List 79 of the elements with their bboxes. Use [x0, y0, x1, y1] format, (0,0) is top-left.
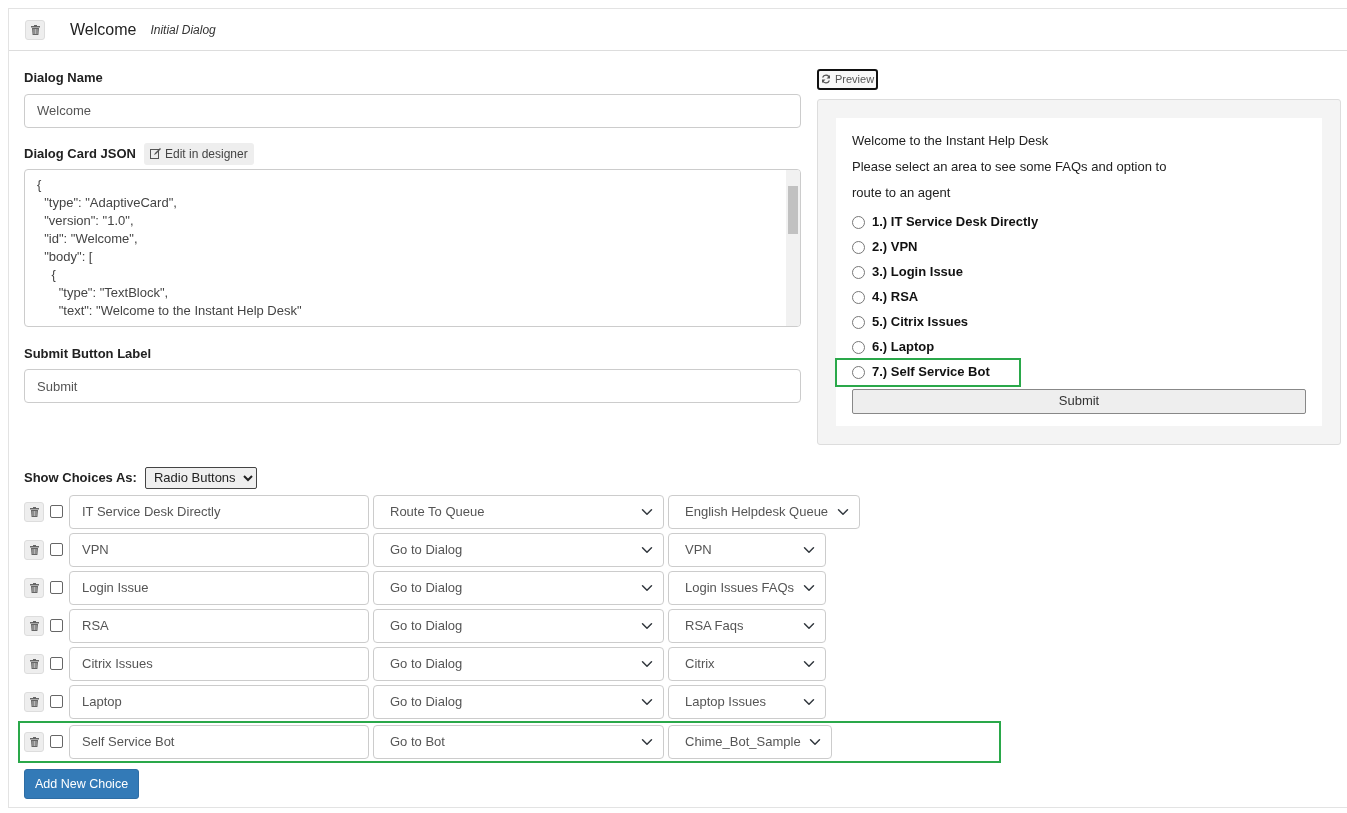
delete-button[interactable]	[24, 653, 44, 674]
target-dropdown[interactable]: VPN	[668, 532, 826, 567]
json-text-area[interactable]: { "type": "AdaptiveCard", "version": "1.0", "id": "Welcome", "body": [ { "type": "TextBlock", "text": "Welcome to the Instant Help Desk"	[24, 168, 801, 327]
field-label: Submit Button Label	[24, 344, 153, 363]
checkbox[interactable]	[50, 505, 63, 518]
radio-button[interactable]	[852, 365, 865, 379]
checkbox[interactable]	[50, 543, 63, 556]
show-choices-dropdown[interactable]: Radio Buttons	[144, 466, 257, 489]
trash-icon	[29, 658, 39, 669]
radio-option[interactable]: 1.) IT Service Desk Directly	[852, 209, 1306, 235]
action-dropdown[interactable]: Go to Dialog	[373, 570, 664, 605]
card-text: route to an agent	[852, 183, 952, 202]
action-dropdown[interactable]: Go to Dialog	[373, 608, 664, 643]
submit-button[interactable]: Submit	[852, 388, 1306, 414]
radio-button[interactable]	[852, 215, 865, 229]
checkbox[interactable]	[50, 695, 63, 708]
choice-text-field[interactable]: Self Service Bot	[69, 724, 369, 759]
json-code: { "type": "AdaptiveCard", "version": "1.0", "id": "Welcome", "body": [ { "type": "TextBlock", "text": "Welcome to the Instant Help Desk"	[37, 175, 303, 320]
trash-icon	[29, 736, 39, 747]
trash-icon	[29, 506, 39, 517]
radio-option[interactable]: 7.) Self Service Bot	[837, 359, 1019, 385]
field-label: Dialog Name	[24, 69, 104, 87]
delete-button[interactable]	[24, 691, 44, 712]
checkbox[interactable]	[50, 619, 63, 632]
radio-option[interactable]: 5.) Citrix Issues	[852, 309, 1306, 335]
delete-button[interactable]	[24, 731, 44, 752]
dialog-name-field[interactable]: Welcome	[24, 93, 801, 128]
field-label: Show Choices As:	[24, 468, 137, 487]
target-dropdown[interactable]: English Helpdesk Queue	[668, 494, 860, 529]
radio-button[interactable]	[852, 290, 865, 304]
preview-button[interactable]: Preview	[817, 69, 879, 90]
target-dropdown[interactable]: Chime_Bot_Sample	[668, 724, 832, 759]
trash-icon	[30, 24, 40, 35]
dialog-title: Welcome	[70, 19, 137, 40]
checkbox[interactable]	[50, 735, 63, 748]
action-dropdown[interactable]: Go to Dialog	[373, 684, 664, 719]
radio-button[interactable]	[852, 340, 865, 354]
radio-option[interactable]: 2.) VPN	[852, 234, 1306, 260]
action-dropdown[interactable]: Go to Dialog	[373, 532, 664, 567]
submit-label-field[interactable]: Submit	[24, 369, 801, 403]
trash-icon	[29, 544, 39, 555]
edit-icon	[149, 148, 161, 159]
radio-button[interactable]	[852, 265, 865, 279]
radio-option[interactable]: 4.) RSA	[852, 284, 1306, 310]
target-dropdown[interactable]: Laptop Issues	[668, 684, 826, 719]
trash-icon	[29, 620, 39, 631]
radio-option[interactable]: 3.) Login Issue	[852, 259, 1306, 285]
delete-button[interactable]	[25, 19, 45, 40]
delete-button[interactable]	[24, 501, 44, 522]
action-dropdown[interactable]: Route To Queue	[373, 494, 664, 529]
scrollbar[interactable]	[786, 169, 800, 326]
delete-button[interactable]	[24, 539, 44, 560]
trash-icon	[29, 696, 39, 707]
target-dropdown[interactable]: Login Issues FAQs	[668, 570, 826, 605]
delete-button[interactable]	[24, 577, 44, 598]
radio-button[interactable]	[852, 315, 865, 329]
choice-text-field[interactable]: IT Service Desk Directly	[69, 494, 369, 529]
dialog-subtitle: Initial Dialog	[150, 21, 216, 39]
checkbox[interactable]	[50, 657, 63, 670]
checkbox[interactable]	[50, 581, 63, 594]
card-text: Welcome to the Instant Help Desk	[852, 131, 1050, 150]
refresh-icon	[821, 74, 831, 85]
action-dropdown[interactable]: Go to Dialog	[373, 646, 664, 681]
action-dropdown[interactable]: Go to Bot	[373, 724, 664, 759]
radio-button[interactable]	[852, 240, 865, 254]
choice-text-field[interactable]: Login Issue	[69, 570, 369, 605]
edit-in-designer-button[interactable]: Edit in designer	[143, 142, 254, 165]
choice-text-field[interactable]: Laptop	[69, 684, 369, 719]
choice-text-field[interactable]: RSA	[69, 608, 369, 643]
radio-option[interactable]: 6.) Laptop	[852, 334, 1306, 360]
choice-text-field[interactable]: Citrix Issues	[69, 646, 369, 681]
target-dropdown[interactable]: RSA Faqs	[668, 608, 826, 643]
choice-text-field[interactable]: VPN	[69, 532, 369, 567]
delete-button[interactable]	[24, 615, 44, 636]
field-label: Dialog Card JSON	[24, 144, 136, 163]
target-dropdown[interactable]: Citrix	[668, 646, 826, 681]
trash-icon	[29, 582, 39, 593]
card-text: Please select an area to see some FAQs and option to	[852, 157, 1168, 176]
add-new-choice-button[interactable]: Add New Choice	[24, 768, 140, 800]
